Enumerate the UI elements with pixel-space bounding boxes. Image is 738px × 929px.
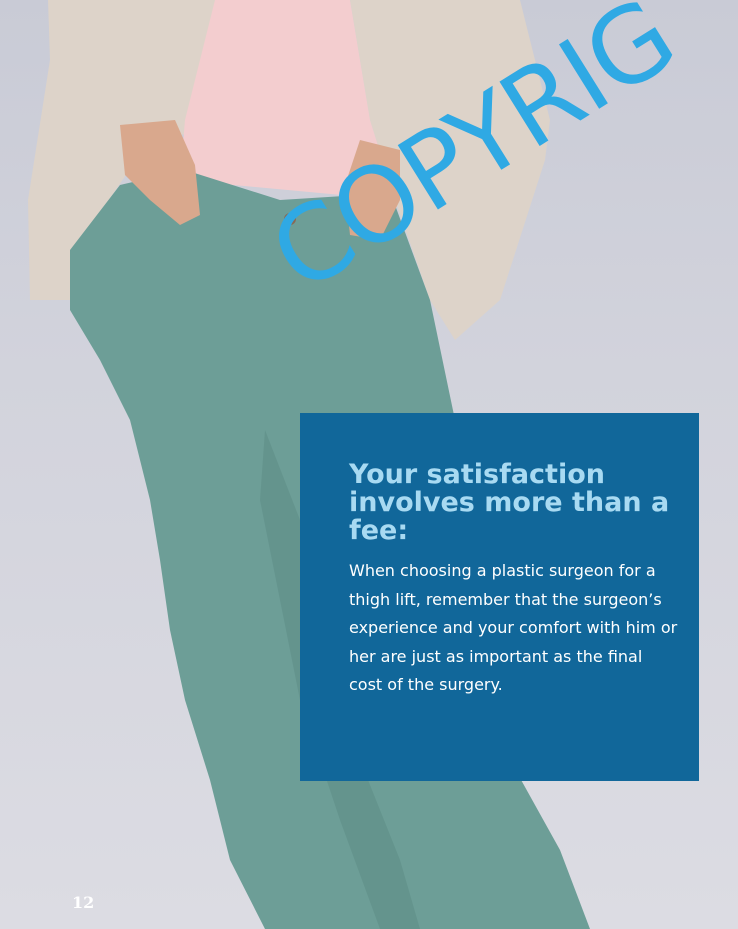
callout-heading: Your satisfaction involves more than a f…	[349, 459, 670, 546]
satisfaction-callout: Your satisfaction involves more than a f…	[300, 413, 699, 781]
brochure-page: COPYRIG Your satisfaction involves more …	[0, 0, 738, 929]
page-number: 12	[72, 893, 95, 912]
callout-body: When choosing a plastic surgeon for a th…	[349, 561, 678, 694]
